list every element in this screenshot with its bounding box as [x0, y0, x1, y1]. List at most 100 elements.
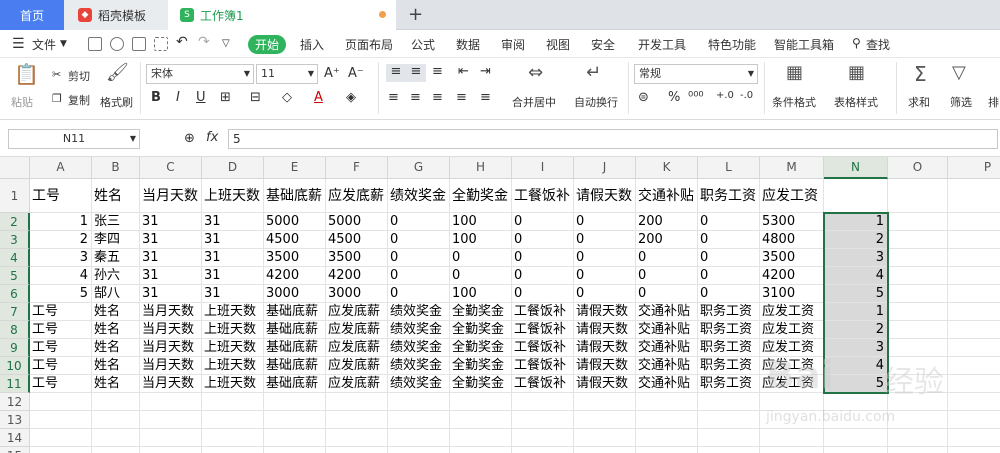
currency-icon[interactable]: ⊜: [638, 90, 649, 105]
menu-start[interactable]: 开始: [248, 35, 286, 54]
cell-f13[interactable]: [326, 411, 388, 429]
cell-l15[interactable]: [698, 447, 760, 453]
cell-h1[interactable]: 全勤奖金: [450, 179, 512, 213]
cell-c12[interactable]: [140, 393, 202, 411]
cell-i14[interactable]: [512, 429, 574, 447]
paste-icon[interactable]: 📋: [14, 62, 39, 86]
decrease-decimal-icon[interactable]: -.0: [740, 90, 753, 101]
cell-g2[interactable]: 0: [388, 213, 450, 231]
redo-icon[interactable]: ↷: [198, 34, 210, 50]
menu-page-layout[interactable]: 页面布局: [345, 36, 393, 53]
cell-p8[interactable]: [948, 321, 1000, 339]
indent-decrease-icon[interactable]: ⇤: [458, 64, 469, 79]
cell-i2[interactable]: 0: [512, 213, 574, 231]
cell-i1[interactable]: 工餐饭补: [512, 179, 574, 213]
cell-i10[interactable]: 工餐饭补: [512, 357, 574, 375]
cell-e6[interactable]: 3000: [264, 285, 326, 303]
cell-e12[interactable]: [264, 393, 326, 411]
customize-icon[interactable]: ▽: [222, 38, 230, 49]
cell-l3[interactable]: 0: [698, 231, 760, 249]
cell-b10[interactable]: 姓名: [92, 357, 140, 375]
cell-l11[interactable]: 职务工资: [698, 375, 760, 393]
cell-h9[interactable]: 全勤奖金: [450, 339, 512, 357]
cell-c4[interactable]: 31: [140, 249, 202, 267]
cell-b7[interactable]: 姓名: [92, 303, 140, 321]
cell-i7[interactable]: 工餐饭补: [512, 303, 574, 321]
cell-l1[interactable]: 职务工资: [698, 179, 760, 213]
cell-o7[interactable]: [888, 303, 948, 321]
cell-k12[interactable]: [636, 393, 698, 411]
increase-decimal-icon[interactable]: +.0: [716, 90, 734, 101]
wrap-text-icon[interactable]: ↵: [586, 62, 601, 83]
cell-f7[interactable]: 应发底薪: [326, 303, 388, 321]
cell-j11[interactable]: 请假天数: [574, 375, 636, 393]
column-header-i[interactable]: I: [512, 157, 574, 179]
cell-a7[interactable]: 工号: [30, 303, 92, 321]
cell-f3[interactable]: 4500: [326, 231, 388, 249]
cell-i11[interactable]: 工餐饭补: [512, 375, 574, 393]
menu-insert[interactable]: 插入: [300, 36, 324, 53]
row-header-1[interactable]: 1: [0, 179, 30, 213]
cell-d15[interactable]: [202, 447, 264, 453]
cell-c2[interactable]: 31: [140, 213, 202, 231]
cell-k2[interactable]: 200: [636, 213, 698, 231]
align-bottom-icon[interactable]: ≡: [432, 64, 443, 79]
cell-h8[interactable]: 全勤奖金: [450, 321, 512, 339]
cell-i6[interactable]: 0: [512, 285, 574, 303]
row-header-14[interactable]: 14: [0, 429, 30, 447]
merge-center-button[interactable]: 合并居中: [512, 94, 556, 110]
cell-p3[interactable]: [948, 231, 1000, 249]
cell-c14[interactable]: [140, 429, 202, 447]
justify-icon[interactable]: ≡: [456, 90, 467, 105]
cell-d14[interactable]: [202, 429, 264, 447]
zoom-icon[interactable]: ⊕: [184, 131, 195, 146]
cell-b6[interactable]: 郜八: [92, 285, 140, 303]
cell-h14[interactable]: [450, 429, 512, 447]
merge-center-icon[interactable]: ⇔: [528, 62, 543, 83]
cell-g15[interactable]: [388, 447, 450, 453]
column-header-h[interactable]: H: [450, 157, 512, 179]
cell-c3[interactable]: 31: [140, 231, 202, 249]
cell-f10[interactable]: 应发底薪: [326, 357, 388, 375]
cell-p1[interactable]: [948, 179, 1000, 213]
cell-i8[interactable]: 工餐饭补: [512, 321, 574, 339]
cell-a13[interactable]: [30, 411, 92, 429]
cell-f1[interactable]: 应发底薪: [326, 179, 388, 213]
cell-l10[interactable]: 职务工资: [698, 357, 760, 375]
cell-m6[interactable]: 3100: [760, 285, 824, 303]
cell-o2[interactable]: [888, 213, 948, 231]
font-size-select[interactable]: 11 ▼: [256, 64, 318, 84]
increase-font-icon[interactable]: A⁺: [324, 66, 340, 81]
cell-l5[interactable]: 0: [698, 267, 760, 285]
row-header-13[interactable]: 13: [0, 411, 30, 429]
sum-icon[interactable]: Σ: [914, 62, 927, 86]
cell-m5[interactable]: 4200: [760, 267, 824, 285]
cell-d5[interactable]: 31: [202, 267, 264, 285]
cell-b1[interactable]: 姓名: [92, 179, 140, 213]
cell-i13[interactable]: [512, 411, 574, 429]
cell-d3[interactable]: 31: [202, 231, 264, 249]
column-header-c[interactable]: C: [140, 157, 202, 179]
column-header-b[interactable]: B: [92, 157, 140, 179]
tab-template[interactable]: ◆ 稻壳模板: [64, 0, 168, 30]
align-middle-icon[interactable]: ≡: [406, 64, 426, 82]
paste-button[interactable]: 粘贴: [11, 94, 33, 110]
thousands-icon[interactable]: ⁰⁰⁰: [688, 90, 704, 105]
name-box[interactable]: N11 ▼: [8, 129, 140, 149]
cell-g12[interactable]: [388, 393, 450, 411]
cell-h5[interactable]: 0: [450, 267, 512, 285]
row-header-3[interactable]: 3: [0, 231, 30, 249]
cell-a1[interactable]: 工号: [30, 179, 92, 213]
column-header-e[interactable]: E: [264, 157, 326, 179]
cell-e14[interactable]: [264, 429, 326, 447]
column-header-k[interactable]: K: [636, 157, 698, 179]
cell-c7[interactable]: 当月天数: [140, 303, 202, 321]
cell-g8[interactable]: 绩效奖金: [388, 321, 450, 339]
cell-c13[interactable]: [140, 411, 202, 429]
menu-features[interactable]: 特色功能: [708, 36, 756, 53]
wrap-text-button[interactable]: 自动换行: [574, 94, 618, 110]
fill-color-icon[interactable]: ◇: [282, 90, 292, 105]
column-header-a[interactable]: A: [30, 157, 92, 179]
cell-f11[interactable]: 应发底薪: [326, 375, 388, 393]
sort-button[interactable]: 排: [988, 94, 999, 110]
